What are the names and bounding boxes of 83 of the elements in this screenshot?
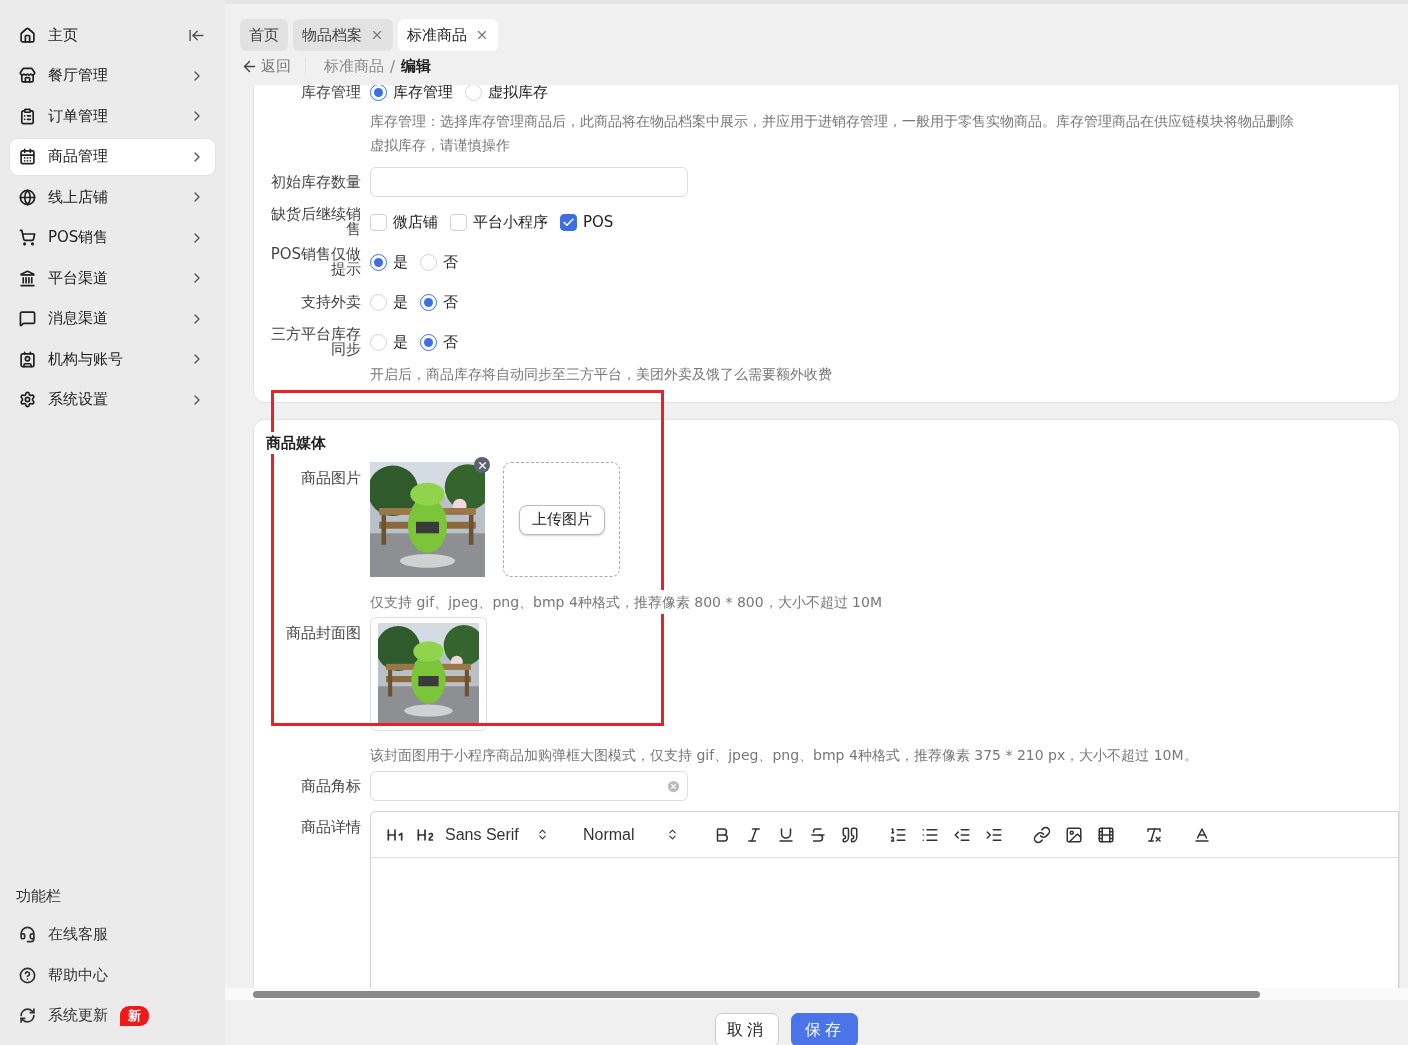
sidebar-item[interactable]: 机构与账号 [10,341,215,377]
check-icon [562,215,575,229]
back-arrow-icon [241,58,258,75]
radio-button[interactable]: 是 [370,252,408,272]
field-label: 商品角标 [300,778,361,794]
close-icon [476,459,488,471]
calendar-icon [19,148,36,165]
underline-icon[interactable] [777,825,795,844]
sidebar-item[interactable]: 平台渠道 [10,260,215,296]
input-field[interactable] [370,771,688,801]
field-label: 商品封面图 [285,623,361,641]
ordered-list-icon[interactable] [889,825,907,844]
field-label: 缺货后继续销售 [270,207,361,237]
clipboard-icon [19,107,36,125]
sidebar-item[interactable]: 主页 [10,17,215,53]
sidebar-link[interactable]: 帮助中心 [48,965,108,985]
chat-icon [19,310,36,327]
field-label: 商品图片 [300,468,361,486]
radio-button[interactable]: 否 [420,332,458,352]
store-icon [19,67,36,84]
checkbox[interactable]: POS [560,213,614,231]
home-icon [19,26,36,44]
close-icon[interactable] [370,28,384,42]
film-icon[interactable] [1097,825,1115,844]
tab[interactable]: 标准商品 [398,19,498,51]
italic-icon[interactable] [745,825,763,844]
font-select[interactable]: Sans Serif [445,825,553,844]
section-title: 功能栏 [15,886,62,906]
sidebar-link[interactable]: 在线客服 [48,925,108,944]
radio-button[interactable]: 是 [370,292,408,312]
radio-button[interactable]: 否 [420,292,458,312]
radio-button[interactable]: 否 [420,252,458,272]
field-label: 初始库存数量 [270,174,361,190]
refresh-icon[interactable] [19,1007,36,1024]
new-badge: 新 [120,1005,149,1026]
sidebar-item[interactable]: 餐厅管理 [10,57,215,94]
strikethrough-icon[interactable] [809,825,827,844]
horizontal-scrollbar[interactable] [225,988,1408,1000]
upload-button[interactable]: 上传图片 [518,504,605,535]
field-label: 商品详情 [300,817,361,835]
cover-frame[interactable] [370,617,487,731]
cart-icon [19,229,36,246]
hint-text: 仅支持 gif、jpeg、png、bmp 4种格式，推荐像素 800 * 800，大小不超过 10M [370,590,882,614]
field-label: POS销售仅做提示 [269,247,361,277]
field-label: 支持外卖 [300,294,361,310]
image-icon[interactable] [1065,825,1083,844]
sidebar-link[interactable]: 系统更新 [48,1006,108,1025]
radio-button[interactable]: 是 [370,332,408,352]
checkbox[interactable]: 平台小程序 [450,212,548,232]
quote-icon[interactable] [841,825,859,844]
help-icon[interactable] [19,966,36,984]
contact-card-icon [19,350,36,368]
remove-button[interactable] [474,457,490,473]
sidebar-item[interactable]: 消息渠道 [10,300,215,337]
close-icon[interactable] [475,28,489,42]
checkbox[interactable]: 微店铺 [370,212,438,232]
tab[interactable]: 物品档案 [293,19,393,51]
tab[interactable]: 首页 [240,19,288,51]
sidebar-item[interactable]: 系统设置 [10,381,215,418]
link-icon[interactable] [1033,825,1051,844]
sidebar-item[interactable]: 订单管理 [10,98,215,134]
upload-area[interactable]: 上传图片 [503,462,620,577]
clear-format-icon[interactable] [1145,825,1163,844]
save-button[interactable]: 保存 [791,1013,858,1045]
sidebar-item[interactable]: 商品管理 [10,138,215,175]
text-color-icon[interactable] [1193,825,1211,844]
input-field[interactable] [370,167,688,197]
back-link[interactable]: 返回 [241,57,306,76]
breadcrumb-separator: / [390,57,396,76]
field-label: 三方平台库存同步 [270,327,361,357]
sort-arrows-icon [536,828,549,841]
size-select[interactable]: Normal [583,825,683,844]
sort-arrows-icon [666,828,679,841]
settings-icon [19,391,36,408]
headset-icon[interactable] [19,926,36,943]
sidebar-item[interactable]: POS销售 [10,219,215,256]
cancel-button[interactable]: 取消 [715,1013,779,1045]
rich-text-editor[interactable]: Sans Serif Normal [370,811,1399,988]
sidebar-item[interactable]: 线上店铺 [10,179,215,215]
globe-icon [19,188,36,206]
breadcrumb-item: 编辑 [401,57,432,76]
bank-icon [19,269,36,287]
section-title: 商品媒体 [263,432,326,454]
